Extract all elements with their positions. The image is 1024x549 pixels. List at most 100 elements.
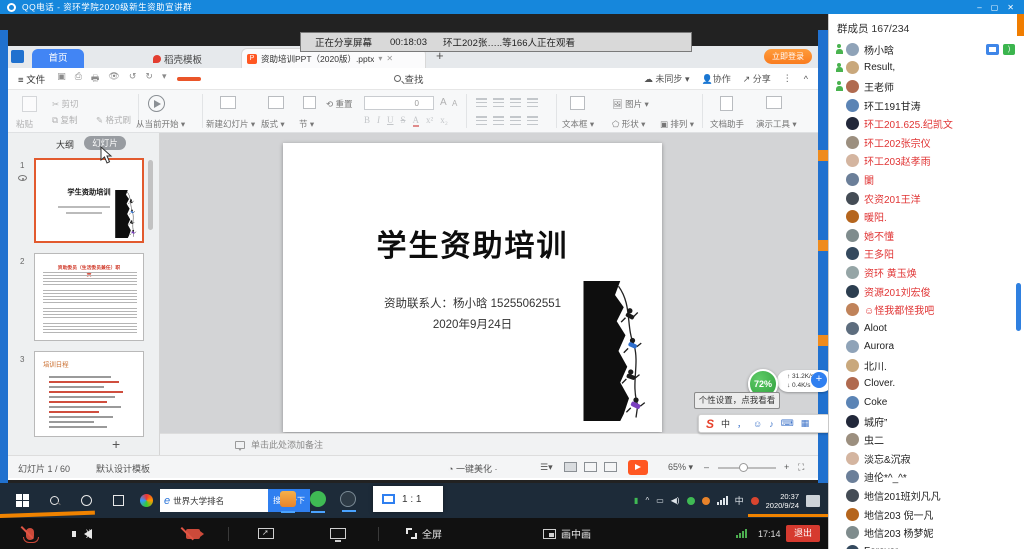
preview-icon[interactable]: 👁 — [108, 71, 119, 87]
underline-button[interactable]: U — [387, 115, 394, 127]
copy-button[interactable]: ⧉ 复制 — [52, 114, 77, 126]
notes-toggle-icon[interactable]: ☰▾ — [540, 462, 553, 473]
sogou-logo-icon[interactable]: S — [706, 417, 714, 431]
zoom-slider-thumb[interactable] — [739, 463, 748, 472]
cortana-icon[interactable] — [74, 483, 98, 518]
save-icon[interactable]: ▣ — [57, 71, 66, 87]
member-row[interactable]: 迪伦*^_^* ) — [829, 468, 1024, 487]
menu-item[interactable] — [204, 77, 222, 81]
sorter-view-icon[interactable] — [584, 462, 597, 472]
normal-view-icon[interactable] — [564, 462, 577, 472]
layout-button[interactable]: 版式 ▾ — [261, 118, 285, 130]
reading-view-icon[interactable] — [604, 462, 617, 472]
member-row[interactable]: 闌 ) — [829, 170, 1024, 189]
picture-button[interactable]: 🖼 图片 ▾ — [612, 98, 649, 110]
minimize-button[interactable]: – — [977, 3, 981, 12]
layout-icon[interactable] — [268, 96, 284, 109]
tray-green-icon[interactable] — [687, 497, 695, 505]
menu-item[interactable] — [294, 77, 312, 81]
font-size-input[interactable]: 0 — [364, 96, 434, 110]
bullet-list-icons[interactable] — [476, 98, 538, 107]
tab-outline[interactable]: 大纲 — [56, 138, 74, 151]
notification-icon[interactable] — [806, 495, 820, 507]
shape-button[interactable]: ⬠ 形状 ▾ — [612, 118, 645, 130]
taskbar-clock[interactable]: 20:37 2020/9/24 — [766, 492, 799, 510]
tray-expand-icon[interactable]: ^ — [645, 496, 649, 505]
more-menu-icon[interactable]: ⋮ — [783, 73, 792, 84]
member-row[interactable]: Aloot ) — [829, 319, 1024, 338]
member-row[interactable]: 地信201班刘凡凡 ) — [829, 486, 1024, 505]
ratio-popup[interactable]: 1 : 1 — [373, 486, 443, 512]
ime-voice-icon[interactable]: ♪ — [769, 419, 774, 429]
volume-icon[interactable]: ◀) — [671, 496, 680, 505]
menu-item[interactable] — [222, 77, 240, 81]
ime-mode[interactable]: 中 — [721, 417, 730, 430]
taskbar-search-box[interactable]: e 世界大学排名 — [160, 489, 268, 512]
tray-plug-icon[interactable]: ▮ — [634, 496, 638, 505]
member-row[interactable]: 她不懂 ) — [829, 226, 1024, 245]
member-row[interactable]: 环工201.625.纪凯文 ) — [829, 114, 1024, 133]
speaker-button[interactable] — [84, 518, 92, 549]
print-icon[interactable]: 🖶 — [91, 71, 100, 87]
menu-item[interactable] — [330, 77, 348, 81]
member-row[interactable]: 农资201王洋 ) — [829, 189, 1024, 208]
arrange-button[interactable]: ▣ 排列 ▾ — [660, 118, 694, 130]
tray-red-icon[interactable] — [751, 497, 759, 505]
member-row[interactable]: 杨小晗 ) — [829, 40, 1024, 59]
member-row[interactable]: 暖阳. ) — [829, 207, 1024, 226]
taskbar-app-green-icon[interactable] — [310, 491, 326, 507]
italic-button[interactable]: I — [377, 115, 380, 127]
camera-off-button[interactable] — [186, 518, 200, 549]
network-icon[interactable] — [717, 496, 728, 505]
ime-toolbox-icon[interactable]: ▦ — [801, 418, 810, 429]
new-slide-button[interactable]: 新建幻灯片 ▾ — [206, 118, 255, 130]
menu-item[interactable] — [366, 77, 384, 81]
notes-bar[interactable]: 单击此处添加备注 — [160, 433, 818, 455]
sync-status[interactable]: ☁ 未同步 ▾ — [644, 72, 690, 85]
file-menu[interactable]: ≡ 文件 — [18, 72, 45, 86]
member-row[interactable]: 资源201刘宏俊 ) — [829, 282, 1024, 301]
font-color-button[interactable]: A — [413, 115, 420, 127]
shrink-font-icon[interactable]: A — [452, 99, 457, 108]
play-from-current-icon[interactable] — [148, 95, 165, 112]
collapse-ribbon-icon[interactable]: ^ — [804, 74, 808, 84]
reset-button[interactable]: ⟲ 重置 — [326, 98, 353, 110]
add-slide-button[interactable]: + — [112, 436, 120, 452]
new-slide-icon[interactable] — [220, 96, 236, 109]
strike-button[interactable]: S — [401, 115, 406, 127]
find-control[interactable]: 查找 — [394, 72, 423, 86]
doc-helper-icon[interactable] — [720, 96, 733, 111]
whiteboard-button[interactable] — [330, 518, 346, 549]
paste-icon[interactable] — [22, 96, 37, 112]
output-icon[interactable]: ⎙ — [75, 71, 82, 87]
tray-orange-icon[interactable] — [702, 497, 710, 505]
slideshow-button[interactable] — [628, 460, 648, 475]
present-tools-icon[interactable] — [766, 96, 782, 109]
taskbar-search-icon[interactable] — [42, 483, 66, 518]
textbox-icon[interactable] — [570, 96, 585, 110]
member-row[interactable]: Forever ) — [829, 542, 1024, 549]
maximize-button[interactable]: ▢ — [991, 3, 999, 12]
zoom-in-button[interactable]: + — [784, 462, 789, 472]
format-painter-button[interactable]: ✎ 格式刷 — [96, 114, 131, 126]
section-button[interactable]: 节 ▾ — [299, 118, 314, 130]
member-row[interactable]: 环工203赵孝雨 ) — [829, 152, 1024, 171]
member-row[interactable]: 环工191甘涛 ) — [829, 96, 1024, 115]
undo-icon[interactable]: ↺ — [129, 71, 137, 87]
menu-item[interactable] — [276, 77, 294, 81]
tab-dropdown-icon[interactable]: ▾ — [378, 54, 382, 63]
tab-close-icon[interactable]: ✕ — [386, 54, 393, 63]
textbox-button[interactable]: 文本框 ▾ — [562, 118, 594, 130]
slide-page[interactable]: 学生资助培训 资助联系人：杨小晗 15255062551 2020年9月24日 — [283, 143, 662, 432]
present-tools-button[interactable]: 演示工具 ▾ — [756, 118, 797, 130]
fullscreen-button[interactable]: 全屏 — [406, 518, 442, 549]
fit-screen-icon[interactable]: ⛶ — [798, 462, 804, 473]
member-row[interactable]: 资环 黄玉焕 ) — [829, 263, 1024, 282]
qat-dropdown-icon[interactable]: ▾ — [162, 71, 167, 87]
from-current-button[interactable]: 从当前开始 ▾ — [136, 118, 185, 130]
ime-emoji-icon[interactable]: ☺ — [753, 419, 762, 429]
grow-font-icon[interactable]: A — [440, 97, 447, 108]
member-row[interactable]: ☺怪我都怪我吧 ) — [829, 300, 1024, 319]
member-row[interactable]: 环工202张宗仪 ) — [829, 133, 1024, 152]
ime-lang-indicator[interactable]: 中 — [735, 494, 744, 507]
